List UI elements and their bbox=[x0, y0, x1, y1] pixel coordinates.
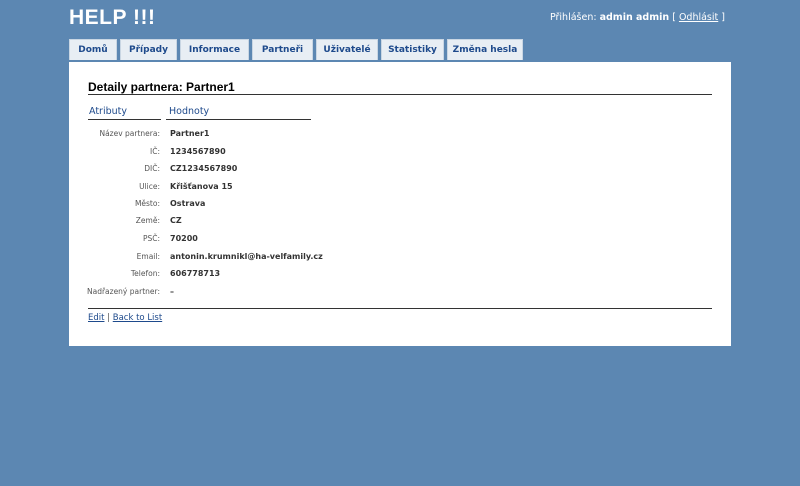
main-menu: Domů Případy Informace Partneři Uživatel… bbox=[69, 39, 523, 61]
value-ic: 1234567890 bbox=[170, 147, 226, 156]
tab-pripady[interactable]: Případy bbox=[120, 39, 177, 60]
bracket-open: [ bbox=[672, 12, 676, 23]
label-zeme: Země: bbox=[135, 216, 160, 225]
value-telefon: 606778713 bbox=[170, 269, 221, 278]
value-dic: CZ1234567890 bbox=[170, 164, 238, 173]
label-psc: PSČ: bbox=[142, 234, 160, 243]
tab-statistiky[interactable]: Statistiky bbox=[381, 39, 444, 60]
label-ulice: Ulice: bbox=[139, 182, 160, 191]
tab-domu[interactable]: Domů bbox=[69, 39, 117, 60]
label-telefon: Telefon: bbox=[130, 269, 160, 278]
logout-link[interactable]: Odhlásit bbox=[679, 12, 718, 23]
back-to-list-link[interactable]: Back to List bbox=[113, 313, 162, 323]
label-ic: IČ: bbox=[150, 147, 160, 156]
label-nadrazeny: Nadřazený partner: bbox=[86, 287, 160, 296]
column-header-values: Hodnoty bbox=[169, 106, 210, 117]
login-info: Přihlášen: admin admin [ Odhlásit ] bbox=[550, 12, 725, 23]
app-title: HELP !!! bbox=[69, 6, 156, 29]
values-divider bbox=[166, 119, 311, 120]
column-header-attributes: Atributy bbox=[89, 106, 127, 117]
bottom-divider bbox=[88, 308, 712, 309]
link-separator: | bbox=[107, 313, 111, 323]
tab-zmena-hesla[interactable]: Změna hesla bbox=[447, 39, 523, 60]
label-mesto: Město: bbox=[134, 199, 160, 208]
value-nazev: Partner1 bbox=[170, 129, 210, 138]
label-dic: DIČ: bbox=[144, 164, 160, 173]
attributes-divider bbox=[88, 119, 161, 120]
page-title: Detaily partnera: Partner1 bbox=[88, 80, 235, 94]
value-ulice: Křišťanova 15 bbox=[170, 182, 233, 191]
value-psc: 70200 bbox=[170, 234, 198, 243]
value-nadrazeny: – bbox=[170, 287, 174, 296]
label-nazev: Název partnera: bbox=[99, 129, 160, 138]
login-prefix: Přihlášen: bbox=[549, 12, 597, 23]
tab-informace[interactable]: Informace bbox=[180, 39, 249, 60]
edit-link[interactable]: Edit bbox=[88, 313, 104, 323]
value-email: antonin.krumnikl@ha-velfamily.cz bbox=[170, 252, 323, 261]
value-zeme: CZ bbox=[170, 216, 182, 225]
title-divider bbox=[88, 94, 712, 95]
content-panel: Detaily partnera: Partner1 Atributy Hodn… bbox=[69, 62, 731, 346]
action-links: Edit | Back to List bbox=[88, 313, 162, 323]
bracket-close: ] bbox=[721, 12, 725, 23]
tab-uzivatele[interactable]: Uživatelé bbox=[316, 39, 378, 60]
logged-user: admin admin bbox=[599, 12, 670, 23]
value-mesto: Ostrava bbox=[170, 199, 206, 208]
tab-partneri[interactable]: Partneři bbox=[252, 39, 313, 60]
label-email: Email: bbox=[136, 252, 160, 261]
